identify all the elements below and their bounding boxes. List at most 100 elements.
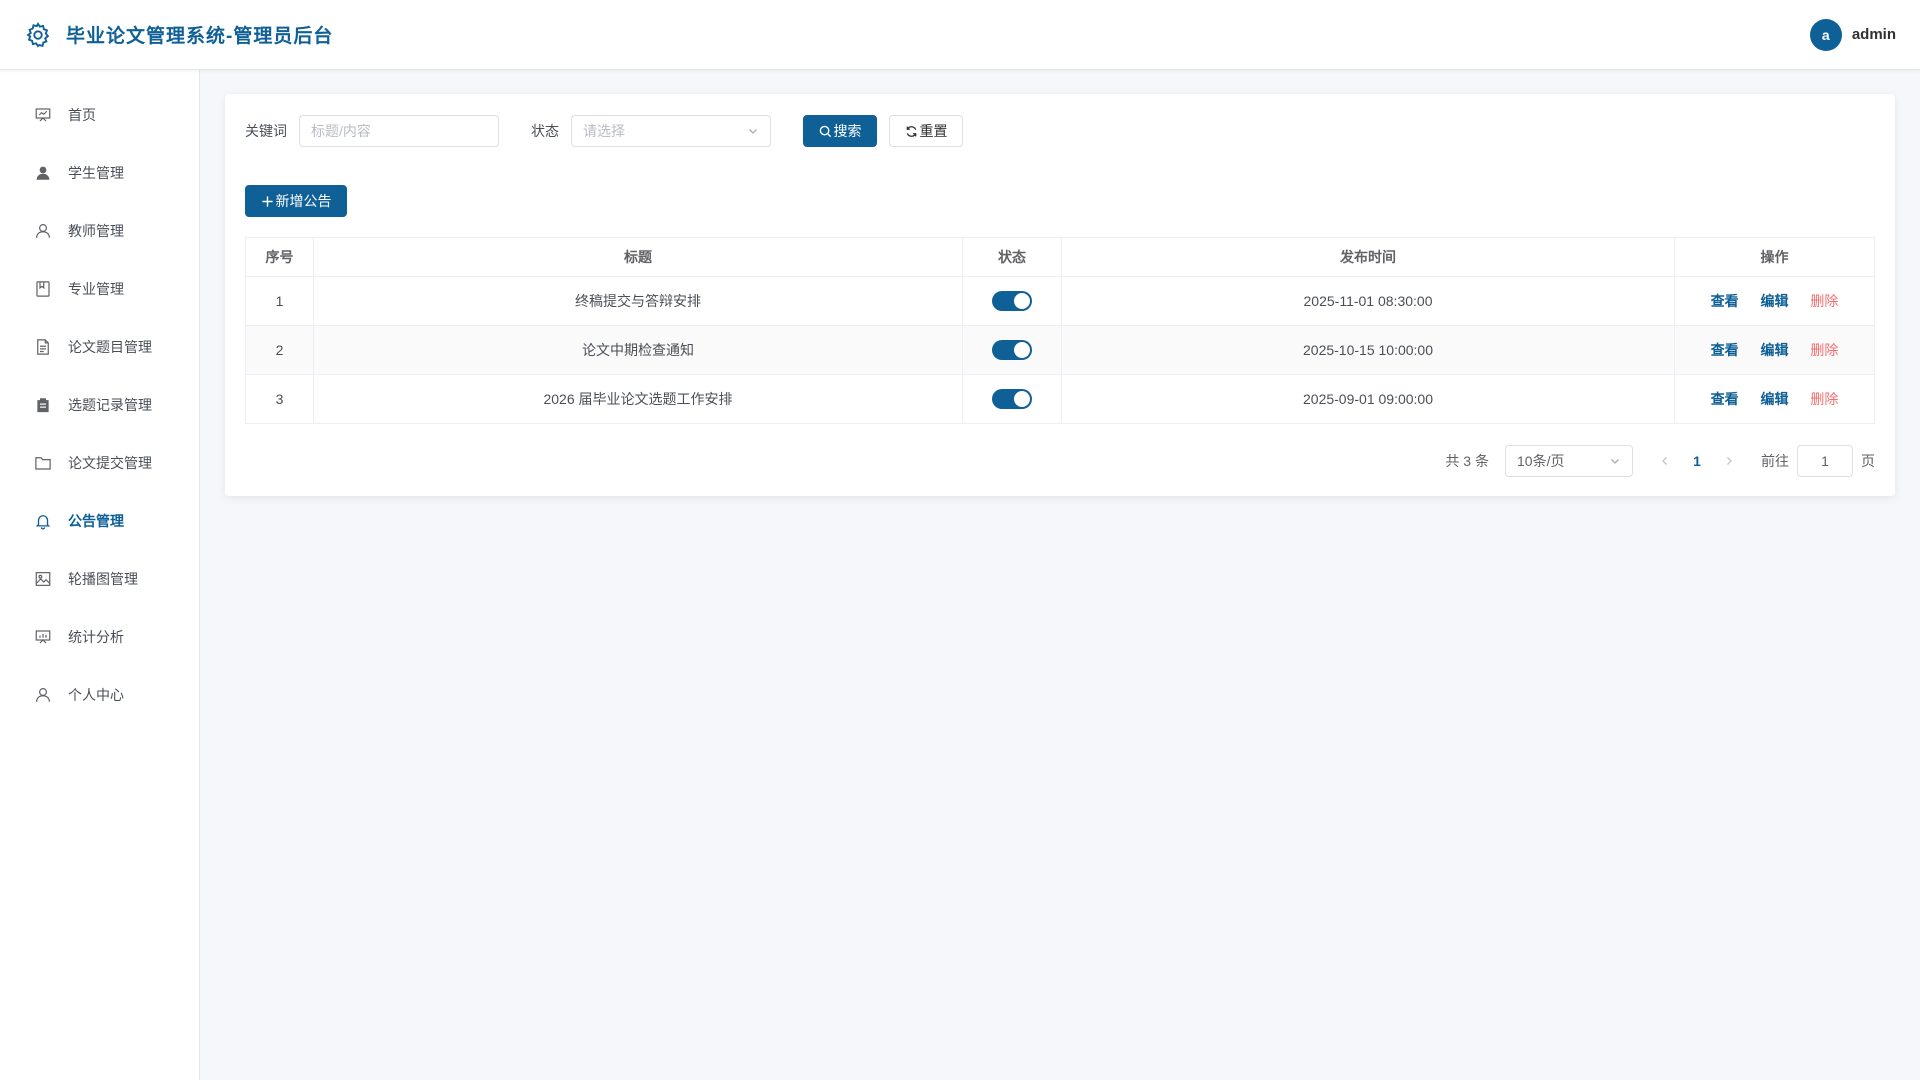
delete-button[interactable]: 删除 xyxy=(1810,391,1838,407)
sidebar-item-label: 首页 xyxy=(68,107,96,123)
sidebar-item-home[interactable]: 首页 xyxy=(0,86,199,144)
sidebar-item-label: 教师管理 xyxy=(68,223,124,239)
pagination-total: 共 3 条 xyxy=(1445,453,1489,469)
column-header-title: 标题 xyxy=(313,237,963,277)
column-header-actions: 操作 xyxy=(1674,237,1875,277)
refresh-icon xyxy=(906,125,916,137)
add-announcement-button[interactable]: 新增公告 xyxy=(245,185,347,217)
keyword-input[interactable] xyxy=(299,115,499,147)
pagination: 共 3 条 10条/页 1 前往 页 xyxy=(1445,445,1875,477)
table-row: 1 终稿提交与答辩安排 2025-11-01 08:30:00 查看 编辑 删除 xyxy=(245,276,1875,326)
row-actions: 查看 编辑 删除 xyxy=(1674,374,1875,424)
delete-button[interactable]: 删除 xyxy=(1810,293,1838,309)
app-title: 毕业论文管理系统-管理员后台 xyxy=(66,26,334,47)
sidebar-item-label: 个人中心 xyxy=(68,687,124,703)
row-title: 论文中期检查通知 xyxy=(313,325,963,375)
status-toggle[interactable] xyxy=(992,389,1032,409)
sidebar-item-label: 论文题目管理 xyxy=(68,339,152,355)
sidebar-item-announcements[interactable]: 公告管理 xyxy=(0,492,199,550)
sidebar-item-label: 学生管理 xyxy=(68,165,124,181)
delete-button[interactable]: 删除 xyxy=(1810,342,1838,358)
user-filled-icon xyxy=(36,166,50,180)
next-page-button[interactable] xyxy=(1713,445,1745,477)
row-title: 终稿提交与答辩安排 xyxy=(313,276,963,326)
picture-icon xyxy=(35,572,51,586)
row-status-cell xyxy=(962,374,1062,424)
sidebar-item-topics[interactable]: 论文题目管理 xyxy=(0,318,199,376)
page-size-value: 10条/页 xyxy=(1517,453,1565,469)
plus-icon xyxy=(261,195,273,207)
sidebar: 首页 学生管理 教师管理 专业管理 论文题目管理 选题记录管理 论文提交管理 公… xyxy=(0,70,200,1080)
view-button[interactable]: 查看 xyxy=(1711,391,1739,407)
row-publish-time: 2025-10-15 10:00:00 xyxy=(1061,325,1675,375)
page-suffix: 页 xyxy=(1861,453,1875,469)
announcement-table: 序号 标题 状态 发布时间 操作 1 终稿提交与答辩安排 2025-11-01 … xyxy=(245,237,1875,424)
status-toggle[interactable] xyxy=(992,291,1032,311)
sidebar-item-label: 统计分析 xyxy=(68,629,124,645)
page-number-current[interactable]: 1 xyxy=(1681,445,1713,477)
row-actions: 查看 编辑 删除 xyxy=(1674,276,1875,326)
status-select[interactable]: 请选择 xyxy=(571,115,771,147)
row-actions: 查看 编辑 删除 xyxy=(1674,325,1875,375)
status-toggle[interactable] xyxy=(992,340,1032,360)
sidebar-item-selections[interactable]: 选题记录管理 xyxy=(0,376,199,434)
row-title: 2026 届毕业论文选题工作安排 xyxy=(313,374,963,424)
reset-button[interactable]: 重置 xyxy=(889,115,963,147)
row-index: 3 xyxy=(245,374,314,424)
goto-label: 前往 xyxy=(1761,453,1789,469)
username[interactable]: admin xyxy=(1852,26,1896,43)
document-icon xyxy=(37,339,49,355)
sidebar-item-majors[interactable]: 专业管理 xyxy=(0,260,199,318)
search-icon xyxy=(819,125,831,137)
keyword-label: 关键词 xyxy=(245,123,287,139)
sidebar-item-label: 选题记录管理 xyxy=(68,397,152,413)
edit-button[interactable]: 编辑 xyxy=(1761,293,1789,309)
user-icon xyxy=(36,688,50,702)
table-row: 2 论文中期检查通知 2025-10-15 10:00:00 查看 编辑 删除 xyxy=(245,325,1875,375)
folder-icon xyxy=(35,457,51,470)
avatar[interactable]: a xyxy=(1809,18,1842,51)
sidebar-item-label: 轮播图管理 xyxy=(68,571,138,587)
chevron-down-icon xyxy=(749,129,757,134)
search-button[interactable]: 搜索 xyxy=(803,115,877,147)
page-size-select[interactable]: 10条/页 xyxy=(1505,445,1633,477)
table-row: 3 2026 届毕业论文选题工作安排 2025-09-01 09:00:00 查… xyxy=(245,374,1875,424)
goto-page-input[interactable] xyxy=(1797,445,1853,477)
toggle-knob xyxy=(1014,391,1030,407)
user-menu[interactable]: a admin xyxy=(1809,18,1896,51)
status-label: 状态 xyxy=(531,123,559,139)
row-status-cell xyxy=(962,276,1062,326)
sidebar-item-teachers[interactable]: 教师管理 xyxy=(0,202,199,260)
sidebar-item-label: 公告管理 xyxy=(68,513,124,529)
column-header-index: 序号 xyxy=(245,237,314,277)
view-button[interactable]: 查看 xyxy=(1711,293,1739,309)
prev-page-button[interactable] xyxy=(1649,445,1681,477)
column-header-status: 状态 xyxy=(962,237,1062,277)
bell-icon xyxy=(35,515,51,530)
sidebar-item-statistics[interactable]: 统计分析 xyxy=(0,608,199,666)
edit-button[interactable]: 编辑 xyxy=(1761,391,1789,407)
sidebar-item-submissions[interactable]: 论文提交管理 xyxy=(0,434,199,492)
sidebar-item-carousel[interactable]: 轮播图管理 xyxy=(0,550,199,608)
sidebar-item-label: 论文提交管理 xyxy=(68,455,152,471)
add-announcement-label: 新增公告 xyxy=(275,193,332,209)
sidebar-item-profile[interactable]: 个人中心 xyxy=(0,666,199,724)
row-status-cell xyxy=(962,325,1062,375)
toggle-knob xyxy=(1014,293,1030,309)
chevron-left-icon xyxy=(1662,457,1667,465)
clipboard-icon xyxy=(37,398,49,413)
view-button[interactable]: 查看 xyxy=(1711,342,1739,358)
announcement-card: 关键词 状态 请选择 搜索 重置 新增公告 序号 标题 状态 发布时间 操作 xyxy=(225,94,1895,496)
edit-button[interactable]: 编辑 xyxy=(1761,342,1789,358)
row-publish-time: 2025-09-01 09:00:00 xyxy=(1061,374,1675,424)
toggle-knob xyxy=(1014,342,1030,358)
sidebar-item-students[interactable]: 学生管理 xyxy=(0,144,199,202)
row-publish-time: 2025-11-01 08:30:00 xyxy=(1061,276,1675,326)
reset-button-label: 重置 xyxy=(919,123,948,139)
row-index: 1 xyxy=(245,276,314,326)
search-button-label: 搜索 xyxy=(833,123,862,139)
presentation-board-icon xyxy=(35,108,51,122)
column-header-publish-time: 发布时间 xyxy=(1061,237,1675,277)
sidebar-item-label: 专业管理 xyxy=(68,281,124,297)
gear-icon xyxy=(26,21,50,47)
